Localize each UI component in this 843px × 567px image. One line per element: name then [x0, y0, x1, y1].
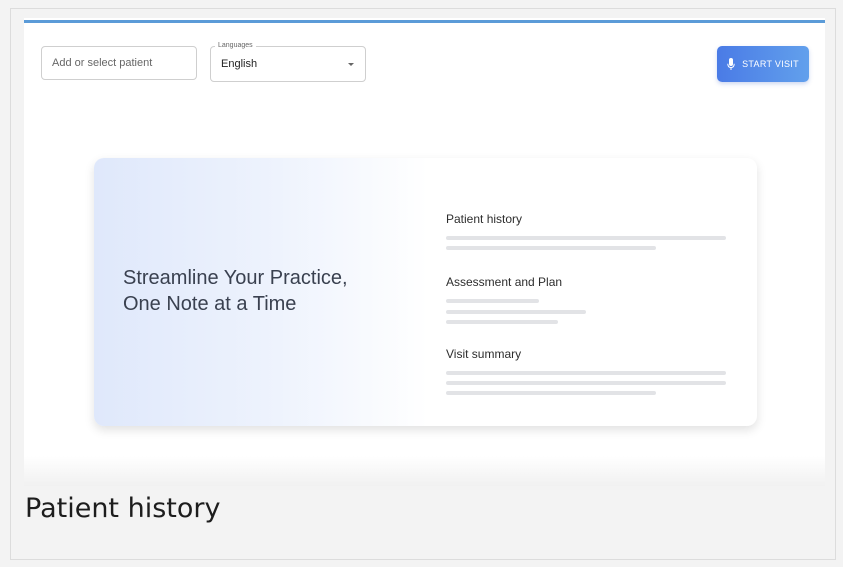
language-select[interactable]: Languages English: [210, 41, 366, 82]
start-visit-label: START VISIT: [742, 59, 799, 69]
placeholder-line: [446, 381, 726, 385]
placeholder-line: [446, 371, 726, 375]
language-legend: Languages: [215, 41, 256, 51]
placeholder-line: [446, 236, 726, 240]
placeholder-line: [446, 246, 656, 250]
app-window: Languages English START VISIT Streamline…: [24, 18, 825, 486]
caret-down-icon[interactable]: [348, 63, 354, 66]
section-visit-summary: Visit summary: [446, 347, 728, 395]
hero-title-line-1: Streamline Your Practice,: [123, 267, 348, 289]
placeholder-line: [446, 299, 539, 303]
top-accent-line: [24, 20, 825, 23]
section-label: Visit summary: [446, 347, 522, 361]
language-value: English: [221, 58, 258, 70]
patient-select-field[interactable]: [41, 46, 197, 80]
section-patient-history: Patient history: [446, 212, 728, 250]
start-visit-button[interactable]: START VISIT: [717, 46, 809, 82]
caption-text: Patient history: [25, 493, 221, 524]
microphone-icon: [727, 57, 735, 70]
section-label: Assessment and Plan: [446, 275, 563, 289]
hero-title: Streamline Your Practice, One Note at a …: [123, 265, 423, 317]
section-label: Patient history: [446, 212, 523, 226]
hero-title-line-2: One Note at a Time: [123, 293, 297, 315]
placeholder-line: [446, 320, 558, 324]
hero-card: Streamline Your Practice, One Note at a …: [94, 158, 757, 426]
placeholder-line: [446, 391, 656, 395]
section-assessment-plan: Assessment and Plan: [446, 275, 728, 324]
patient-search-input[interactable]: [42, 47, 196, 79]
bottom-fade: [24, 456, 825, 486]
placeholder-line: [446, 310, 586, 314]
